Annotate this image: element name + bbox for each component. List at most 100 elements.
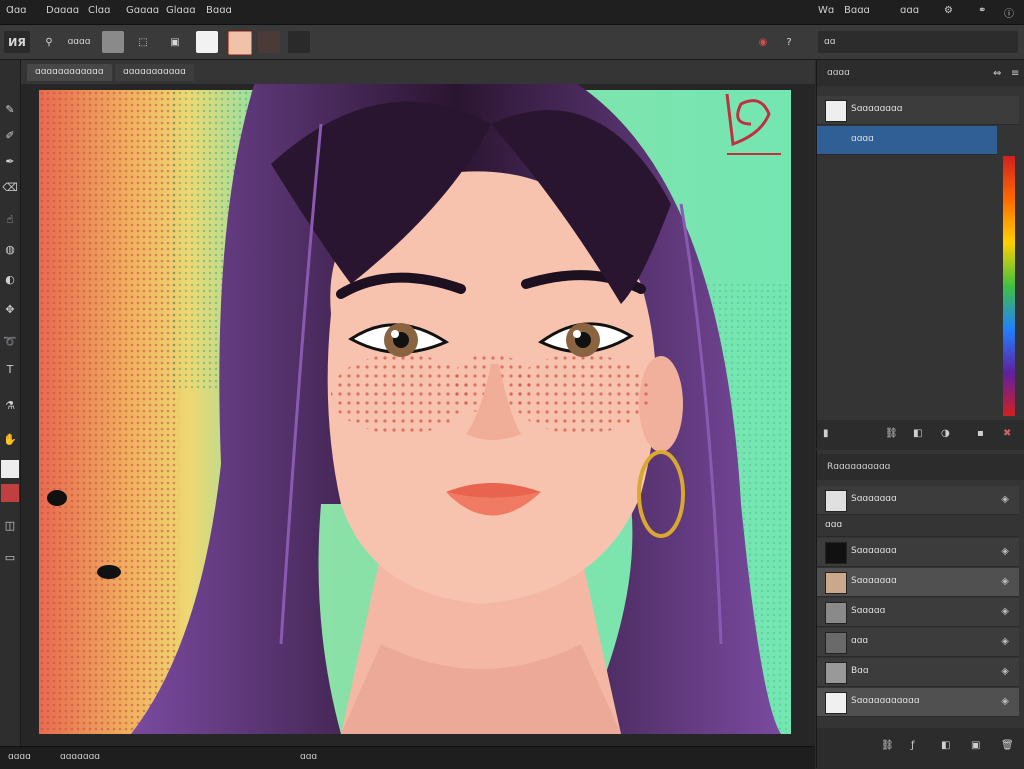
document-tab-2[interactable]: ɑɑɑɑɑɑɑɑɑɑɑ [115,64,194,81]
menu-item-5[interactable]: Glɑɑɑ [166,5,196,16]
info-icon[interactable]: ⓘ [1004,5,1014,20]
move-tool-icon[interactable]: ✥ [1,300,19,318]
eyedropper-tool-icon[interactable]: ⚗ [1,396,19,414]
document-tab-bar: ɑɑɑɑɑɑɑɑɑɑɑɑ ɑɑɑɑɑɑɑɑɑɑɑ [21,60,815,84]
add-mask-icon[interactable]: ◧ [941,740,950,751]
layer-row[interactable]: Sɑɑɑɑɑɑɑ ◈ [817,538,1019,567]
menu-right-item-2[interactable]: Bɑɑɑ [844,5,870,16]
document-tab-1[interactable]: ɑɑɑɑɑɑɑɑɑɑɑɑ [27,64,112,81]
menu-item-2[interactable]: Dɑɑɑɑ [46,5,79,16]
color-row-selected-label: ɑɑɑɑ [851,134,874,144]
status-bar: ɑɑɑɑ ɑɑɑɑɑɑɑ ɑɑɑ [0,746,815,769]
layer-row-selected[interactable]: Sɑɑɑɑɑɑɑ ◈ [817,568,1019,597]
background-color-swatch[interactable] [1,484,19,502]
settings-icon[interactable]: ⚙ [944,5,953,16]
tool-preset-icon[interactable]: ⚲ [38,31,60,53]
layer-thumb [825,632,847,654]
visibility-eye-icon[interactable]: ◈ [1001,606,1009,617]
hand-tool-icon[interactable]: ✋ [1,430,19,448]
layer-thumb [825,490,847,512]
layer-row[interactable]: Sɑɑɑɑɑɑɑ ◈ [817,486,1019,515]
color-panel: ɑɑɑɑ ⇔ ≡ Sɑɑɑɑɑɑɑɑ ɑɑɑɑ ▮ ⛓ ◧ ◑ ▪ ✖ [816,60,1024,448]
menu-item-1[interactable]: Ɑɑɑ [6,5,27,16]
layer-name: Sɑɑɑɑɑ [851,606,886,616]
layer-row[interactable]: Sɑɑɑɑɑɑɑɑɑɑɑ ◈ [817,688,1019,717]
layer-row[interactable]: ɑɑɑ ◈ [817,628,1019,657]
quick-mask-icon[interactable]: ◫ [1,516,19,534]
visibility-eye-icon[interactable]: ◈ [1001,576,1009,587]
options-bar-right: ɑɑ [812,25,1024,60]
layers-panel-title: Rɑɑɑɑɑɑɑɑɑɑ [817,454,1024,480]
eraser-tool-icon[interactable]: ⌫ [1,178,19,196]
new-layer-icon[interactable]: ▣ [971,740,980,751]
layer-thumb [825,542,847,564]
menu-right-item-1[interactable]: Wɑ [818,5,834,16]
panel-menu-icon[interactable]: ≡ [1011,68,1019,79]
menu-right-item-3[interactable]: ɑɑɑ [900,5,919,16]
layers-panel-footer: ⛓ ƒ ◧ ▣ 🗑 [817,728,1024,768]
menu-bar: Ɑɑɑ Dɑɑɑɑ Clɑɑ Gɑɑɑɑ Glɑɑɑ Bɑɑɑ Wɑ Bɑɑɑ … [0,0,1024,25]
help-icon[interactable]: ? [778,31,800,53]
menu-item-6[interactable]: Bɑɑɑ [206,5,232,16]
blur-tool-icon[interactable]: ◍ [1,240,19,258]
dodge-tool-icon[interactable]: ◐ [1,270,19,288]
screen-mode-icon[interactable]: ▭ [1,548,19,566]
link-layers-icon[interactable]: ⛓ [881,740,894,751]
adjust-icon[interactable]: ◑ [941,428,950,439]
hue-slider[interactable] [1003,156,1015,416]
visibility-eye-icon[interactable]: ◈ [1001,494,1009,505]
swatch-white-button[interactable] [196,31,218,53]
menu-item-3[interactable]: Clɑɑ [88,5,110,16]
record-icon[interactable]: ◉ [752,31,774,53]
brush-tool-icon[interactable]: ✎ [1,100,19,118]
status-extra: ɑɑɑ [300,752,318,762]
smudge-tool-icon[interactable]: ☝ [1,210,19,228]
status-doc-info: ɑɑɑɑɑɑɑ [60,752,100,762]
artwork-canvas[interactable] [21,84,815,746]
text-tool-icon[interactable]: T [1,360,19,378]
fx-icon[interactable]: ▮ [823,428,829,439]
folder-icon[interactable]: ▪ [977,428,984,439]
visibility-eye-icon[interactable]: ◈ [1001,666,1009,677]
share-icon[interactable]: ⚭ [978,5,986,16]
color-row-thumb [825,100,847,122]
panel-search-field[interactable]: ɑɑ [818,31,1018,53]
swatch-dark-button[interactable] [258,31,280,53]
swatch-skin-button[interactable] [228,31,252,55]
layer-name: Sɑɑɑɑɑɑɑ [851,546,897,556]
layer-name: ɑɑɑ [851,636,869,646]
menu-item-4[interactable]: Gɑɑɑɑ [126,5,159,16]
visibility-eye-icon[interactable]: ◈ [1001,546,1009,557]
fx-layer-icon[interactable]: ƒ [911,740,915,751]
status-zoom[interactable]: ɑɑɑɑ [8,752,31,762]
swatch-black-button[interactable] [288,31,310,53]
crop-icon[interactable]: ⬚ [132,31,154,53]
canvas-area[interactable] [21,84,815,746]
visibility-eye-icon[interactable]: ◈ [1001,636,1009,647]
color-row-1[interactable]: Sɑɑɑɑɑɑɑɑ [817,96,1019,125]
layers-panel: Rɑɑɑɑɑɑɑɑɑɑ Sɑɑɑɑɑɑɑ ◈ ɑɑɑ Sɑɑɑɑɑɑɑ ◈ Sɑ… [816,450,1024,768]
pencil-tool-icon[interactable]: ✐ [1,126,19,144]
panel-collapse-icon[interactable]: ⇔ [993,68,1001,79]
layer-group-name: ɑɑɑ [825,520,843,530]
trash-icon[interactable]: 🗑 [1001,740,1014,751]
layer-thumb [825,662,847,684]
link-icon[interactable]: ⛓ [885,428,898,439]
color-panel-footer: ▮ ⛓ ◧ ◑ ▪ ✖ [817,420,1024,448]
image-icon[interactable]: ▣ [164,31,186,53]
pen-tool-icon[interactable]: ✒ [1,152,19,170]
app-logo: ИЯ [4,31,30,53]
layer-row[interactable]: Bɑɑ ◈ [817,658,1019,687]
foreground-color-swatch[interactable] [1,460,19,478]
delete-icon[interactable]: ✖ [1003,428,1011,439]
mask-icon[interactable]: ◧ [913,428,922,439]
color-row-selected[interactable]: ɑɑɑɑ [817,126,997,155]
swatch-gray-button[interactable] [102,31,124,53]
visibility-eye-icon[interactable]: ◈ [1001,696,1009,707]
color-row-1-label: Sɑɑɑɑɑɑɑɑ [851,104,903,114]
lasso-tool-icon[interactable]: ➰ [1,332,19,350]
layer-group-row[interactable]: ɑɑɑ [817,516,1019,537]
layer-thumb [825,602,847,624]
layer-row[interactable]: Sɑɑɑɑɑ ◈ [817,598,1019,627]
options-bar: ИЯ ⚲ ɑɑɑɑ ⬚ ▣ ◉ ? [0,25,812,60]
